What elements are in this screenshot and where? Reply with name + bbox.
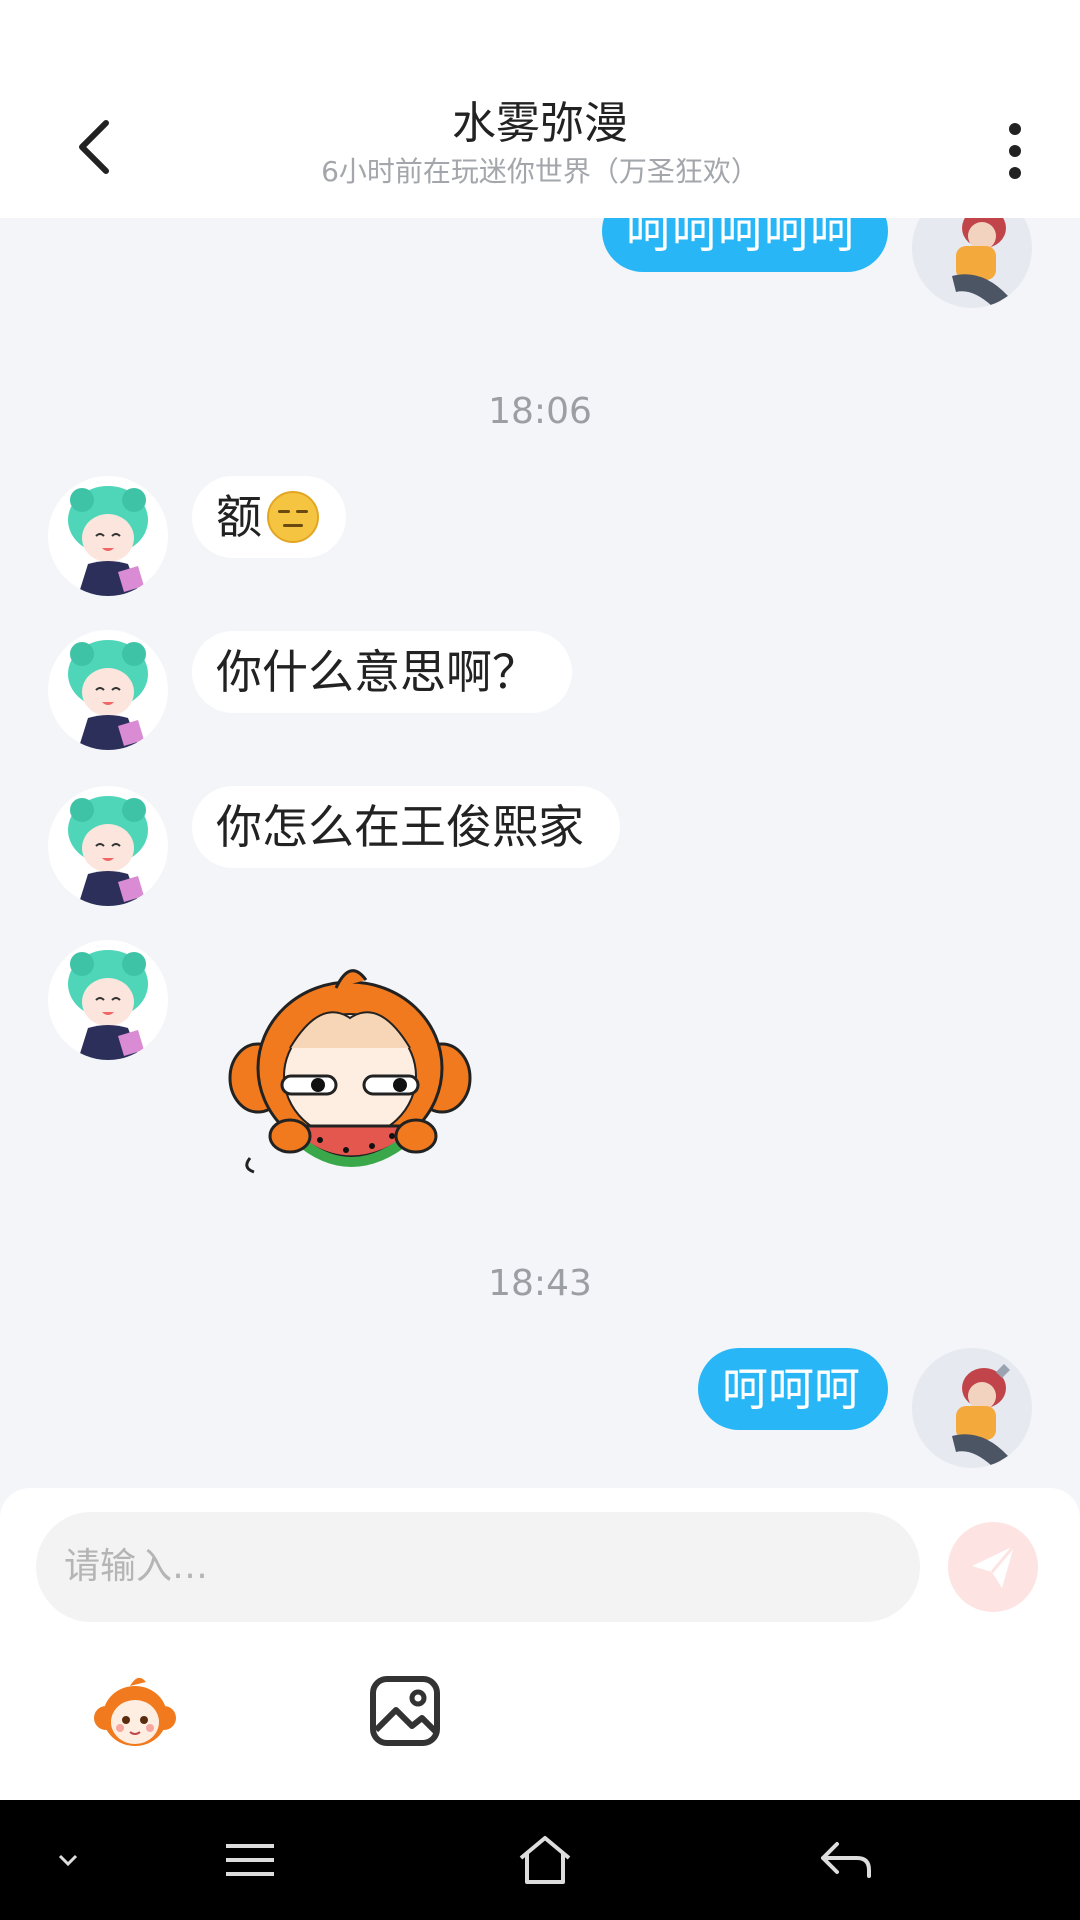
chat-title: 水雾弥漫 <box>452 98 628 149</box>
chevron-down-icon <box>58 1854 78 1867</box>
message-text: 呵呵呵呵呵 <box>626 218 856 258</box>
chat-header: 水雾弥漫 6小时前在玩迷你世界（万圣狂欢） <box>0 76 1080 218</box>
my-avatar[interactable] <box>912 1348 1032 1468</box>
message-composer: 请输入… <box>0 1488 1080 1800</box>
timestamp: 18:06 <box>488 391 592 432</box>
nav-home-button[interactable] <box>500 1800 590 1920</box>
nav-back-button[interactable] <box>800 1800 890 1920</box>
message-text: 你什么意思啊？ <box>216 645 538 699</box>
timestamp: 18:43 <box>488 1263 592 1304</box>
message-list[interactable]: 呵呵呵呵呵 18:06 额 你什么意思啊？ 你怎么在王俊熙家 18:43 呵呵呵 <box>0 218 1080 1488</box>
nav-collapse-button[interactable] <box>40 1800 96 1920</box>
chat-status: 6小时前在玩迷你世界（万圣狂欢） <box>321 155 759 188</box>
my-avatar[interactable] <box>912 218 1032 308</box>
outgoing-message-bubble[interactable]: 呵呵呵呵呵 <box>602 218 888 272</box>
sticker-message[interactable] <box>220 958 480 1188</box>
nav-menu-button[interactable] <box>210 1800 290 1920</box>
input-placeholder: 请输入… <box>64 1546 209 1587</box>
expressionless-face-emoji <box>267 490 319 543</box>
sticker-button[interactable] <box>90 1668 180 1758</box>
paper-plane-icon <box>972 1545 1016 1588</box>
monkey-eating-watermelon-sticker <box>228 969 472 1174</box>
message-input[interactable]: 请输入… <box>36 1512 920 1622</box>
send-button[interactable] <box>948 1522 1038 1612</box>
system-navigation-bar <box>0 1800 1080 1920</box>
status-bar <box>0 0 1080 76</box>
contact-avatar[interactable] <box>48 786 168 906</box>
more-vertical-icon <box>1009 123 1021 179</box>
menu-icon <box>226 1844 274 1876</box>
image-icon <box>370 1676 440 1746</box>
image-button[interactable] <box>368 1674 442 1748</box>
outgoing-message-bubble[interactable]: 呵呵呵 <box>698 1348 888 1430</box>
message-text: 你怎么在王俊熙家 <box>216 800 584 854</box>
home-icon <box>519 1836 571 1884</box>
contact-avatar[interactable] <box>48 940 168 1060</box>
message-text: 额 <box>216 490 262 544</box>
monkey-sticker-icon <box>94 1677 176 1746</box>
incoming-message-bubble[interactable]: 额 <box>192 476 346 558</box>
message-text: 呵呵呵 <box>722 1362 860 1416</box>
back-arrow-icon <box>821 1842 871 1878</box>
contact-avatar[interactable] <box>48 476 168 596</box>
incoming-message-bubble[interactable]: 你怎么在王俊熙家 <box>192 786 620 868</box>
incoming-message-bubble[interactable]: 你什么意思啊？ <box>192 631 572 713</box>
contact-avatar[interactable] <box>48 630 168 750</box>
more-button[interactable] <box>990 116 1040 186</box>
